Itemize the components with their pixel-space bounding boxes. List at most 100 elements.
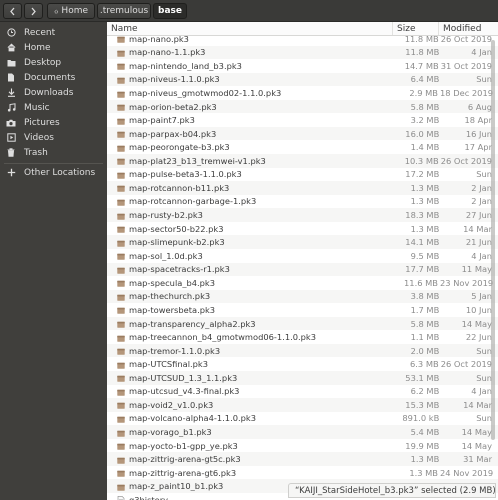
file-row[interactable]: map-volcano-alpha4-1.1.0.pk3 891.0 kB Sun: [107, 412, 498, 426]
file-size: 1.3 MB: [410, 182, 440, 193]
file-row[interactable]: map-paint7.pk3 3.2 MB 18 Apr: [107, 113, 498, 127]
trash-icon: [2, 148, 20, 157]
file-name: map-pulse-beta3-1.1.0.pk3: [129, 169, 242, 180]
file-row[interactable]: map-towersbeta.pk3 1.7 MB 10 Jun: [107, 303, 498, 317]
file-name: map-sector50-b22.pk3: [129, 223, 224, 234]
file-row[interactable]: map-void2_v1.0.pk3 15.3 MB 14 Mar: [107, 398, 498, 412]
file-size: 14.7 MB: [404, 60, 439, 71]
file-row[interactable]: map-zittrig-arena-gt5c.pk3 1.3 MB 31 Mar: [107, 452, 498, 466]
file-row[interactable]: map-nintendo_land_b3.pk3 14.7 MB 31 Oct 20…: [107, 59, 498, 73]
package-file-icon: [117, 415, 125, 423]
file-row[interactable]: map-nano-1.1.pk3 11.8 MB 4 Jan: [107, 45, 498, 60]
breadcrumb-label: .tremulous: [99, 6, 149, 16]
file-row[interactable]: map-thechurch.pk3 3.8 MB 5 Jan: [107, 289, 498, 304]
file-row[interactable]: map-transparency_alpha2.pk3 5.8 MB 14 May: [107, 316, 498, 331]
sidebar-item-music[interactable]: Music: [0, 100, 107, 115]
sidebar-item-videos[interactable]: Videos: [0, 130, 107, 145]
file-row[interactable]: map-zittrig-arena-gt6.pk3 1.3 MB 24 Nov 20…: [107, 466, 498, 480]
file-row[interactable]: map-orion-beta2.pk3 5.8 MB 6 Aug: [107, 99, 498, 114]
column-modified-header[interactable]: Modified: [439, 22, 498, 35]
file-row[interactable]: map-niveus_gmotwmod02-1.1.0.pk3 2.9 MB 18 …: [107, 86, 498, 100]
file-size: 1.7 MB: [410, 304, 440, 315]
file-size: 1.3 MB: [410, 454, 440, 465]
sidebar-item-downloads[interactable]: Downloads: [0, 85, 107, 100]
package-file-icon: [117, 252, 125, 260]
file-row[interactable]: map-pulse-beta3-1.1.0.pk3 17.2 MB Sun: [107, 168, 498, 182]
file-row[interactable]: map-sector50-b22.pk3 1.3 MB 14 Mar: [107, 222, 498, 236]
sidebar-divider: [4, 163, 103, 164]
file-name: map-volcano-alpha4-1.1.0.pk3: [129, 413, 256, 424]
file-name: map-rusty-b2.pk3: [129, 210, 203, 221]
file-size: 891.0 kB: [402, 413, 440, 424]
sidebar-item-home[interactable]: Home: [0, 40, 107, 55]
breadcrumb-tremulous[interactable]: .tremulous: [97, 3, 151, 19]
forward-button[interactable]: [24, 3, 43, 19]
file-row[interactable]: map-niveus-1.1.0.pk3 6.4 MB Sun: [107, 72, 498, 87]
file-row[interactable]: map-tremor-1.1.0.pk3 2.0 MB Sun: [107, 343, 498, 358]
sidebar-item-recent[interactable]: Recent: [0, 25, 107, 40]
column-name-header[interactable]: Name: [107, 22, 393, 35]
package-file-icon: [117, 306, 125, 315]
breadcrumb-home[interactable]: Home: [47, 3, 95, 19]
back-button[interactable]: [3, 3, 22, 19]
file-row[interactable]: map-vorago_b1.pk3 5.4 MB 14 May: [107, 425, 498, 439]
file-row[interactable]: map-slimepunk-b2.pk3 14.1 MB 21 Jun: [107, 235, 498, 249]
file-name: map-rotcannon-b11.pk3: [129, 182, 230, 193]
column-header-row: Name Size Modified: [107, 22, 498, 36]
status-bar: “KAIJI_StarSideHotel_b3.pk3” selected (2…: [288, 483, 496, 498]
file-row[interactable]: map-treecannon_b4_gmotwmod06-1.1.0.pk3 1.…: [107, 330, 498, 344]
file-size: 5.4 MB: [410, 427, 440, 437]
file-name: map-paint7.pk3: [129, 115, 195, 126]
file-row[interactable]: map-specula_b4.pk3 11.6 MB 23 Nov 2019: [107, 276, 498, 290]
camera-icon: [2, 119, 20, 127]
sidebar-item-label: Other Locations: [24, 167, 96, 178]
file-row[interactable]: map-rusty-b2.pk3 18.3 MB 27 Jun: [107, 208, 498, 222]
file-name: map-niveus-1.1.0.pk3: [129, 74, 220, 85]
file-name: map-thechurch.pk3: [129, 291, 211, 302]
file-row[interactable]: map-yocto-b1-gpp_ye.pk3 19.9 MB 14 May: [107, 439, 498, 453]
package-file-icon: [117, 429, 125, 437]
file-size: 9.5 MB: [410, 250, 440, 261]
sidebar-item-pictures[interactable]: Pictures: [0, 115, 107, 130]
package-file-icon: [117, 456, 125, 464]
file-row[interactable]: map-sol_1.0d.pk3 9.5 MB 4 Jan: [107, 249, 498, 263]
file-size: 2.9 MB: [409, 88, 438, 98]
file-row[interactable]: map-rotcannon-b11.pk3 1.3 MB 2 Jan: [107, 181, 498, 195]
package-file-icon: [117, 361, 125, 369]
file-row[interactable]: map-peorongate-b3.pk3 1.4 MB 17 Apr: [107, 140, 498, 154]
file-row[interactable]: map-nano.pk3 11.8 MB 26 Oct 2019: [107, 36, 498, 46]
file-name: map-niveus_gmotwmod02-1.1.0.pk3: [129, 88, 282, 98]
package-file-icon: [117, 144, 125, 152]
scrollbar[interactable]: [490, 36, 496, 500]
status-text: “KAIJI_StarSideHotel_b3.pk3” selected (2…: [295, 485, 496, 496]
document-icon: [2, 73, 20, 82]
sidebar-item-other-locations[interactable]: Other Locations: [0, 165, 107, 180]
file-row[interactable]: map-spacetracks-r1.pk3 17.7 MB 11 May: [107, 262, 498, 277]
file-row[interactable]: map-parpax-b04.pk3 16.0 MB 16 Jun: [107, 126, 498, 141]
sidebar-item-documents[interactable]: Documents: [0, 70, 107, 85]
chevron-right-icon: [31, 7, 36, 15]
file-row[interactable]: map-plat23_b13_tremwei-v1.pk3 10.3 MB 26 O…: [107, 154, 498, 168]
package-file-icon: [117, 266, 125, 274]
package-file-icon: [117, 334, 125, 342]
file-name: map-spacetracks-r1.pk3: [129, 264, 230, 275]
sidebar-item-label: Recent: [24, 27, 56, 38]
sidebar-item-trash[interactable]: Trash: [0, 145, 107, 160]
file-row[interactable]: map-UTCSUD_1.3_1.1.pk3 53.1 MB Sun: [107, 371, 498, 385]
file-name: map-tremor-1.1.0.pk3: [129, 345, 221, 356]
sidebar-item-desktop[interactable]: Desktop: [0, 55, 107, 70]
package-file-icon: [117, 212, 125, 220]
file-row[interactable]: map-UTCSfinal.pk3 6.3 MB 26 Oct 2019: [107, 357, 498, 371]
file-row[interactable]: map-utcsud_v4.3-final.pk3 6.2 MB 4 Jan: [107, 385, 498, 399]
column-size-header[interactable]: Size: [393, 22, 439, 35]
chevron-left-icon: [10, 7, 15, 15]
breadcrumb-base[interactable]: base: [153, 3, 187, 19]
sidebar-item-label: Videos: [24, 132, 54, 143]
package-file-icon: [117, 320, 125, 328]
package-file-icon: [117, 374, 125, 382]
scrollbar-thumb[interactable]: [491, 40, 495, 440]
package-file-icon: [117, 90, 125, 98]
file-list: map-nano.pk3 11.8 MB 26 Oct 2019 map-nano-1…: [107, 36, 498, 500]
file-row[interactable]: map-rotcannon-garbage-1.pk3 1.3 MB 2 Jan: [107, 195, 498, 209]
file-size: 17.7 MB: [405, 264, 440, 275]
